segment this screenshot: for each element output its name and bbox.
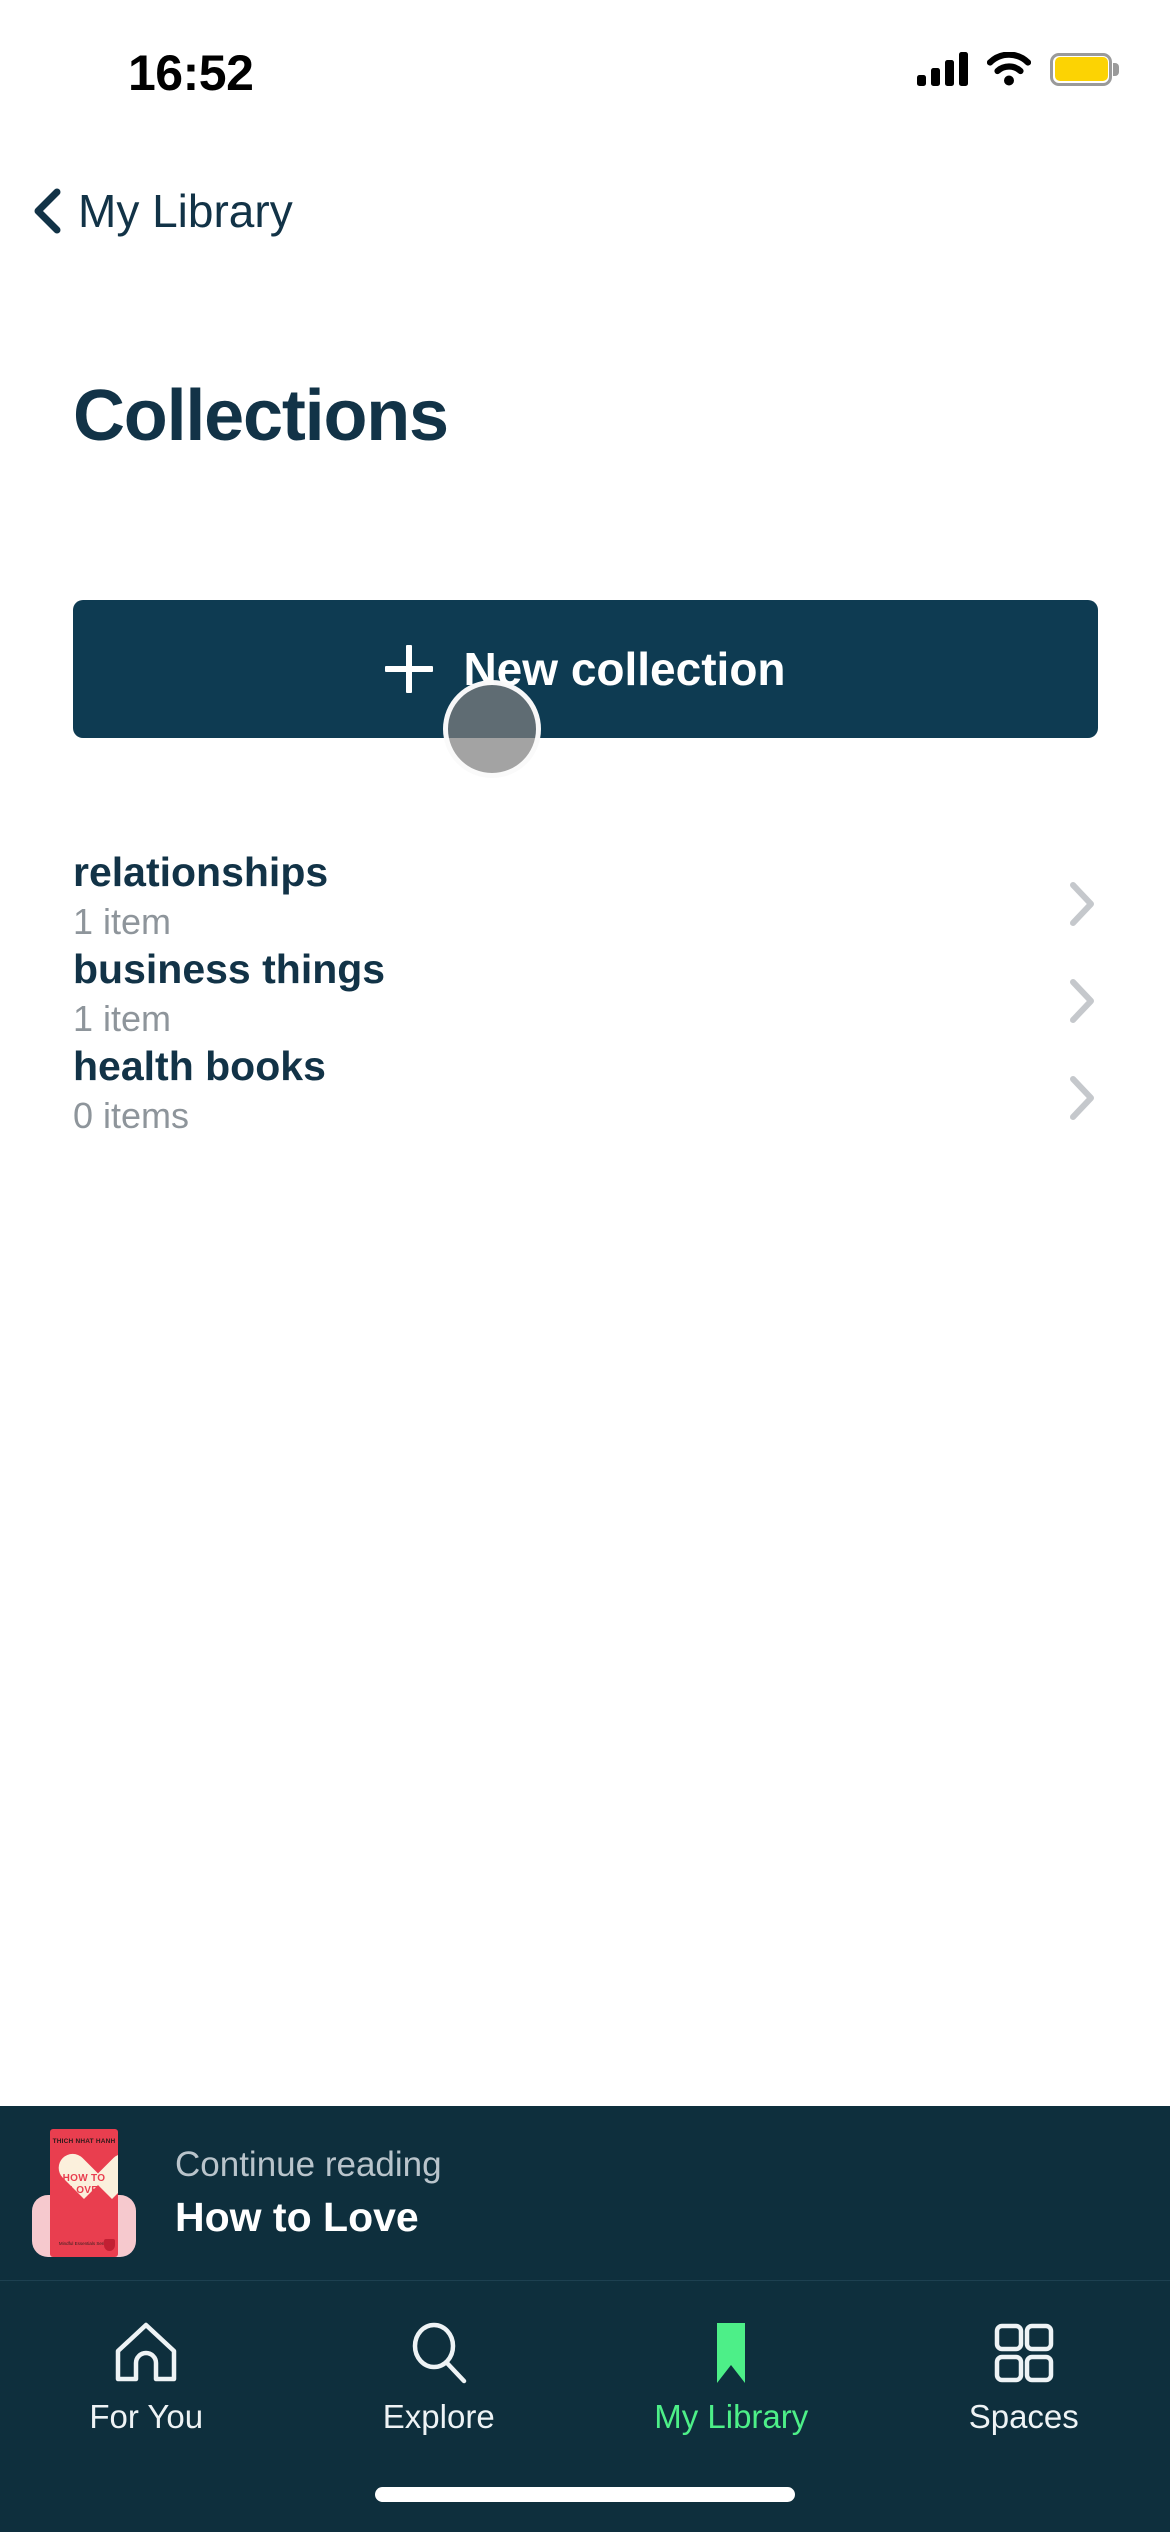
- chevron-right-icon: [1067, 977, 1097, 1025]
- collection-list-item[interactable]: relationships 1 item: [0, 850, 1170, 947]
- tab-label: Explore: [382, 2398, 495, 2435]
- continue-reading-book-title: How to Love: [175, 2194, 419, 2240]
- collection-item-count: 1 item: [73, 901, 172, 942]
- status-bar-time: 16:52: [128, 45, 254, 101]
- home-indicator: [375, 2487, 795, 2502]
- back-navigation-label: My Library: [78, 185, 293, 237]
- tab-my-library[interactable]: My Library: [585, 2281, 878, 2461]
- cover-seal-icon: [104, 2239, 115, 2251]
- collection-name: health books: [73, 1043, 326, 1089]
- book-cover-art: THICH NHAT HANH HOW TO LOVE Mindful Esse…: [50, 2129, 118, 2257]
- tab-for-you[interactable]: For You: [0, 2281, 293, 2461]
- status-bar: 16:52: [0, 0, 1170, 120]
- cover-author-text: THICH NHAT HANH: [52, 2138, 116, 2145]
- cellular-signal-icon: [917, 52, 968, 86]
- continue-reading-text-group: Continue reading How to Love: [175, 2145, 442, 2241]
- page-title: Collections: [73, 376, 449, 456]
- tab-bar-items: For You Explore My Library Spaces: [0, 2281, 1170, 2461]
- collection-list-item[interactable]: business things 1 item: [0, 947, 1170, 1044]
- collection-item-count: 1 item: [73, 998, 172, 1039]
- search-icon: [403, 2317, 475, 2389]
- collection-text-group: relationships 1 item: [73, 850, 1067, 946]
- tab-spaces[interactable]: Spaces: [878, 2281, 1170, 2461]
- chevron-right-icon: [1067, 1074, 1097, 1122]
- battery-icon: [1050, 52, 1119, 86]
- continue-reading-banner[interactable]: THICH NHAT HANH HOW TO LOVE Mindful Esse…: [0, 2106, 1170, 2280]
- plus-icon: [385, 645, 434, 693]
- collections-list: relationships 1 item business things 1 i…: [0, 850, 1170, 1141]
- status-bar-indicators: [917, 51, 1119, 86]
- bookmark-icon: [695, 2317, 767, 2389]
- continue-reading-label: Continue reading: [175, 2145, 442, 2184]
- collection-item-count: 0 items: [73, 1095, 190, 1136]
- tab-label: My Library: [654, 2398, 809, 2435]
- app-screen: 16:52 My Library Collections New collect…: [0, 0, 1170, 2532]
- tab-label: For You: [89, 2398, 204, 2435]
- new-collection-label: New collection: [463, 643, 786, 695]
- wifi-icon: [986, 51, 1032, 86]
- collection-list-item[interactable]: health books 0 items: [0, 1044, 1170, 1141]
- bottom-tab-bar: For You Explore My Library Spaces: [0, 2280, 1170, 2532]
- back-navigation-button[interactable]: My Library: [30, 175, 293, 247]
- cover-title-text: HOW TO LOVE: [62, 2173, 106, 2196]
- book-cover-thumbnail: THICH NHAT HANH HOW TO LOVE Mindful Esse…: [32, 2129, 136, 2257]
- collection-name: relationships: [73, 849, 329, 895]
- tab-label: Spaces: [968, 2398, 1079, 2435]
- new-collection-button[interactable]: New collection: [73, 600, 1098, 738]
- collection-name: business things: [73, 946, 386, 992]
- chevron-left-icon: [30, 188, 64, 234]
- tab-explore[interactable]: Explore: [293, 2281, 586, 2461]
- grid-icon: [988, 2317, 1060, 2389]
- chevron-right-icon: [1067, 880, 1097, 928]
- collection-text-group: business things 1 item: [73, 947, 1067, 1043]
- home-icon: [110, 2317, 182, 2389]
- collection-text-group: health books 0 items: [73, 1044, 1067, 1140]
